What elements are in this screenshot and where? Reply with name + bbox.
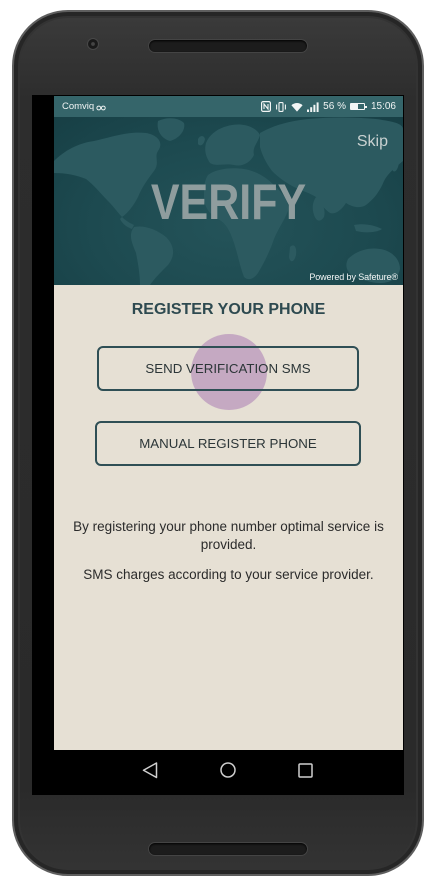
map-south-america — [130, 226, 174, 285]
status-bar-right: 56 % 15:06 — [261, 96, 396, 117]
navigation-bar — [32, 750, 404, 795]
back-icon[interactable] — [142, 762, 158, 779]
signal-icon — [307, 101, 319, 112]
map-madagascar — [289, 245, 297, 262]
skip-button[interactable]: Skip — [357, 133, 388, 151]
recents-icon[interactable] — [298, 763, 313, 778]
battery-icon — [349, 103, 367, 110]
map-greenland — [157, 118, 185, 141]
powered-by-label: Powered by Safeture® — [309, 272, 398, 282]
info-text: By registering your phone number optimal… — [73, 519, 384, 552]
bottom-speaker — [148, 842, 308, 856]
map-uk — [198, 136, 205, 146]
verify-header: Skip VERIFY Powered by Safeture® — [54, 117, 403, 285]
earpiece-speaker — [148, 39, 308, 53]
register-heading: REGISTER YOUR PHONE — [131, 301, 326, 318]
battery-percent: 56 % — [323, 101, 346, 112]
charges-text: SMS charges according to your service pr… — [83, 567, 374, 582]
battery-level-fill — [350, 104, 359, 109]
send-verification-sms-button[interactable]: SEND VERIFICATION SMS — [97, 346, 359, 391]
app-screen: Comviq 56 % 15:06 Skip VERIFY Powered by… — [54, 96, 403, 750]
manual-register-phone-button[interactable]: MANUAL REGISTER PHONE — [95, 421, 361, 466]
page-title: VERIFY — [150, 174, 307, 230]
wifi-icon — [291, 102, 303, 112]
home-icon[interactable] — [220, 762, 236, 778]
status-bar: Comviq 56 % 15:06 — [54, 96, 403, 117]
front-camera — [87, 38, 99, 50]
carrier-label: Comviq — [62, 101, 95, 112]
map-europe — [205, 124, 260, 166]
network-type-icon — [96, 105, 106, 110]
clock: 15:06 — [370, 101, 396, 112]
vibrate-icon — [276, 101, 287, 112]
status-bar-left: Comviq — [62, 96, 106, 117]
nfc-icon — [261, 101, 272, 112]
register-panel: REGISTER YOUR PHONE SEND VERIFICATION SM… — [54, 285, 403, 750]
